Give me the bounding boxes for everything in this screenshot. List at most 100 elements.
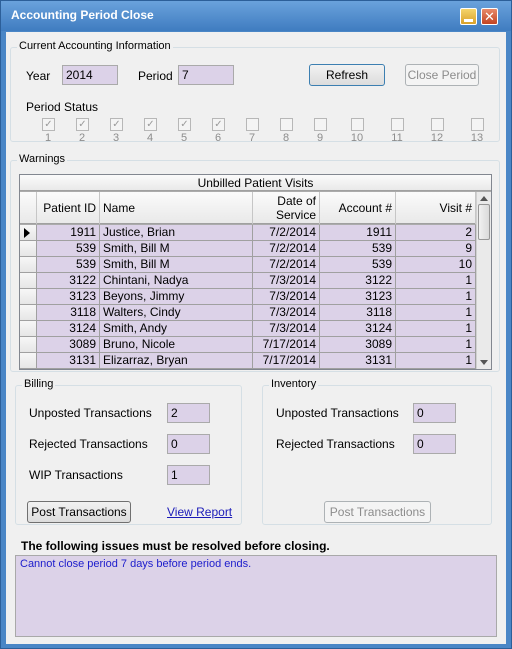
period-2-checkbox[interactable]: ✓: [76, 118, 89, 131]
date-cell[interactable]: 7/2/2014: [253, 241, 320, 257]
patient-id-cell[interactable]: 3122: [37, 273, 100, 289]
period-3-checkbox[interactable]: ✓: [110, 118, 123, 131]
row-header[interactable]: [20, 337, 37, 353]
inventory-unposted-field[interactable]: 0: [413, 403, 456, 423]
visit-cell[interactable]: 1: [396, 273, 476, 289]
table-row[interactable]: 1911 Justice, Brian 7/2/2014 1911 2: [20, 225, 476, 241]
close-period-button[interactable]: Close Period: [405, 64, 479, 86]
table-row[interactable]: 539 Smith, Bill M 7/2/2014 539 9: [20, 241, 476, 257]
period-field[interactable]: 7: [178, 65, 234, 85]
title-bar[interactable]: Accounting Period Close ✕: [1, 1, 511, 31]
date-cell[interactable]: 7/3/2014: [253, 305, 320, 321]
account-cell[interactable]: 3089: [320, 337, 396, 353]
patient-id-cell[interactable]: 539: [37, 257, 100, 273]
period-10-checkbox[interactable]: [351, 118, 364, 131]
scroll-up-icon[interactable]: [480, 196, 488, 201]
name-cell[interactable]: Smith, Andy: [100, 321, 253, 337]
visit-cell[interactable]: 1: [396, 353, 476, 369]
table-row[interactable]: 3122 Chintani, Nadya 7/3/2014 3122 1: [20, 273, 476, 289]
row-header[interactable]: [20, 353, 37, 369]
patient-id-cell[interactable]: 3089: [37, 337, 100, 353]
period-7-checkbox[interactable]: [246, 118, 259, 131]
col-date-of-service[interactable]: Date of Service: [253, 192, 320, 224]
row-header[interactable]: [20, 241, 37, 257]
date-cell[interactable]: 7/3/2014: [253, 289, 320, 305]
visit-cell[interactable]: 1: [396, 321, 476, 337]
date-cell[interactable]: 7/3/2014: [253, 321, 320, 337]
row-header[interactable]: [20, 225, 37, 241]
patient-id-cell[interactable]: 3123: [37, 289, 100, 305]
name-cell[interactable]: Walters, Cindy: [100, 305, 253, 321]
date-cell[interactable]: 7/2/2014: [253, 257, 320, 273]
billing-unposted-field[interactable]: 2: [167, 403, 210, 423]
period-13-checkbox[interactable]: [471, 118, 484, 131]
patient-id-cell[interactable]: 1911: [37, 225, 100, 241]
col-visit[interactable]: Visit #: [396, 192, 476, 224]
name-cell[interactable]: Chintani, Nadya: [100, 273, 253, 289]
row-header[interactable]: [20, 321, 37, 337]
issues-box[interactable]: Cannot close period 7 days before period…: [15, 555, 497, 637]
unbilled-visits-grid[interactable]: Unbilled Patient Visits Patient ID Name …: [19, 174, 492, 370]
account-cell[interactable]: 539: [320, 257, 396, 273]
visit-cell[interactable]: 1: [396, 305, 476, 321]
patient-id-cell[interactable]: 3124: [37, 321, 100, 337]
account-cell[interactable]: 3131: [320, 353, 396, 369]
row-header[interactable]: [20, 289, 37, 305]
patient-id-cell[interactable]: 539: [37, 241, 100, 257]
period-11-checkbox[interactable]: [391, 118, 404, 131]
period-5-checkbox[interactable]: ✓: [178, 118, 191, 131]
name-cell[interactable]: Beyons, Jimmy: [100, 289, 253, 305]
patient-id-cell[interactable]: 3118: [37, 305, 100, 321]
period-8-checkbox[interactable]: [280, 118, 293, 131]
name-cell[interactable]: Elizarraz, Bryan: [100, 353, 253, 369]
row-header[interactable]: [20, 257, 37, 273]
col-account[interactable]: Account #: [320, 192, 396, 224]
table-row[interactable]: 3123 Beyons, Jimmy 7/3/2014 3123 1: [20, 289, 476, 305]
table-row[interactable]: 3131 Elizarraz, Bryan 7/17/2014 3131 1: [20, 353, 476, 369]
billing-rejected-field[interactable]: 0: [167, 434, 210, 454]
account-cell[interactable]: 3123: [320, 289, 396, 305]
account-cell[interactable]: 1911: [320, 225, 396, 241]
view-report-link[interactable]: View Report: [167, 505, 232, 519]
table-row[interactable]: 539 Smith, Bill M 7/2/2014 539 10: [20, 257, 476, 273]
period-4-checkbox[interactable]: ✓: [144, 118, 157, 131]
date-cell[interactable]: 7/17/2014: [253, 353, 320, 369]
period-9-checkbox[interactable]: [314, 118, 327, 131]
scroll-thumb[interactable]: [478, 204, 490, 240]
year-field[interactable]: 2014: [62, 65, 118, 85]
grid-vertical-scrollbar[interactable]: [476, 192, 491, 369]
account-cell[interactable]: 3124: [320, 321, 396, 337]
row-header[interactable]: [20, 273, 37, 289]
minimize-icon[interactable]: [460, 8, 477, 25]
visit-cell[interactable]: 1: [396, 337, 476, 353]
row-header[interactable]: [20, 305, 37, 321]
period-1-checkbox[interactable]: ✓: [42, 118, 55, 131]
name-cell[interactable]: Smith, Bill M: [100, 241, 253, 257]
account-cell[interactable]: 3122: [320, 273, 396, 289]
inventory-rejected-field[interactable]: 0: [413, 434, 456, 454]
close-icon[interactable]: ✕: [481, 8, 498, 25]
date-cell[interactable]: 7/3/2014: [253, 273, 320, 289]
billing-wip-field[interactable]: 1: [167, 465, 210, 485]
table-row[interactable]: 3124 Smith, Andy 7/3/2014 3124 1: [20, 321, 476, 337]
table-row[interactable]: 3118 Walters, Cindy 7/3/2014 3118 1: [20, 305, 476, 321]
scroll-down-icon[interactable]: [480, 360, 488, 365]
period-6-checkbox[interactable]: ✓: [212, 118, 225, 131]
visit-cell[interactable]: 1: [396, 289, 476, 305]
date-cell[interactable]: 7/17/2014: [253, 337, 320, 353]
table-row[interactable]: 3089 Bruno, Nicole 7/17/2014 3089 1: [20, 337, 476, 353]
name-cell[interactable]: Bruno, Nicole: [100, 337, 253, 353]
name-cell[interactable]: Justice, Brian: [100, 225, 253, 241]
patient-id-cell[interactable]: 3131: [37, 353, 100, 369]
period-12-checkbox[interactable]: [431, 118, 444, 131]
name-cell[interactable]: Smith, Bill M: [100, 257, 253, 273]
billing-post-transactions-button[interactable]: Post Transactions: [27, 501, 131, 523]
visit-cell[interactable]: 9: [396, 241, 476, 257]
visit-cell[interactable]: 2: [396, 225, 476, 241]
account-cell[interactable]: 3118: [320, 305, 396, 321]
col-name[interactable]: Name: [100, 192, 253, 224]
date-cell[interactable]: 7/2/2014: [253, 225, 320, 241]
visit-cell[interactable]: 10: [396, 257, 476, 273]
refresh-button[interactable]: Refresh: [309, 64, 385, 86]
col-patient-id[interactable]: Patient ID: [37, 192, 100, 224]
